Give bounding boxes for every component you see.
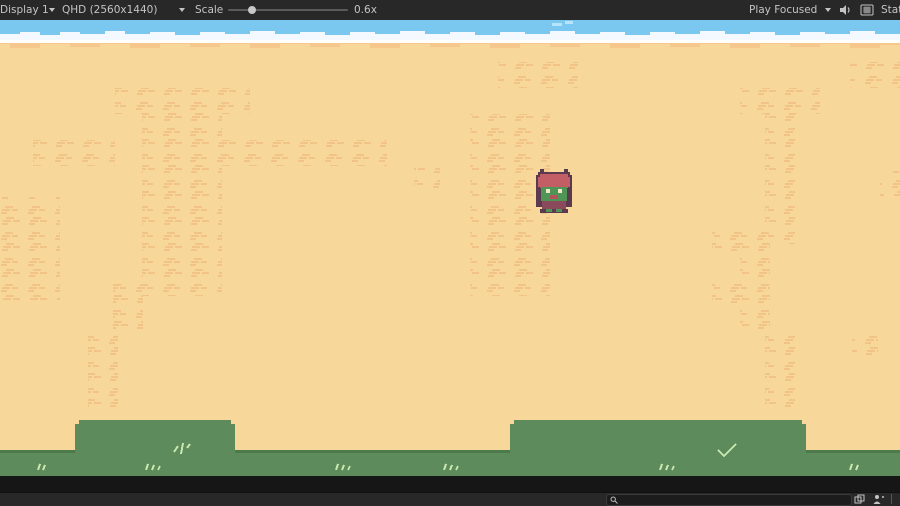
speaker-icon[interactable] [838,3,852,17]
display-dropdown-caret-icon[interactable] [49,8,55,12]
layers-icon[interactable] [854,494,865,505]
keyboard-icon[interactable] [860,3,874,17]
panel-divider [0,476,900,492]
editor-window: Display 1 QHD (2560x1440) Scale 0.6x Pla… [0,0,900,506]
scale-label: Scale [195,4,224,16]
search-icon [610,496,618,504]
stats-button[interactable]: Stats [881,0,900,20]
display-dropdown[interactable]: Display 1 [0,0,49,20]
game-scene [0,20,900,476]
game-view-toolbar: Display 1 QHD (2560x1440) Scale 0.6x Pla… [0,0,900,20]
play-mode-caret-icon[interactable] [825,8,831,12]
resolution-dropdown[interactable]: QHD (2560x1440) [62,0,157,20]
player-character[interactable] [536,169,572,213]
water-edge [0,20,900,48]
search-input[interactable] [606,494,852,506]
panel-edge [891,494,898,504]
scale-slider-handle[interactable] [248,6,256,14]
scale-slider[interactable] [228,6,348,14]
resolution-dropdown-caret-icon[interactable] [179,8,185,12]
game-viewport[interactable] [0,20,900,476]
bottom-panel [0,476,900,506]
play-mode-dropdown[interactable]: Play Focused [749,0,817,20]
account-icon[interactable] [873,494,885,505]
scale-value: 0.6x [354,4,377,16]
